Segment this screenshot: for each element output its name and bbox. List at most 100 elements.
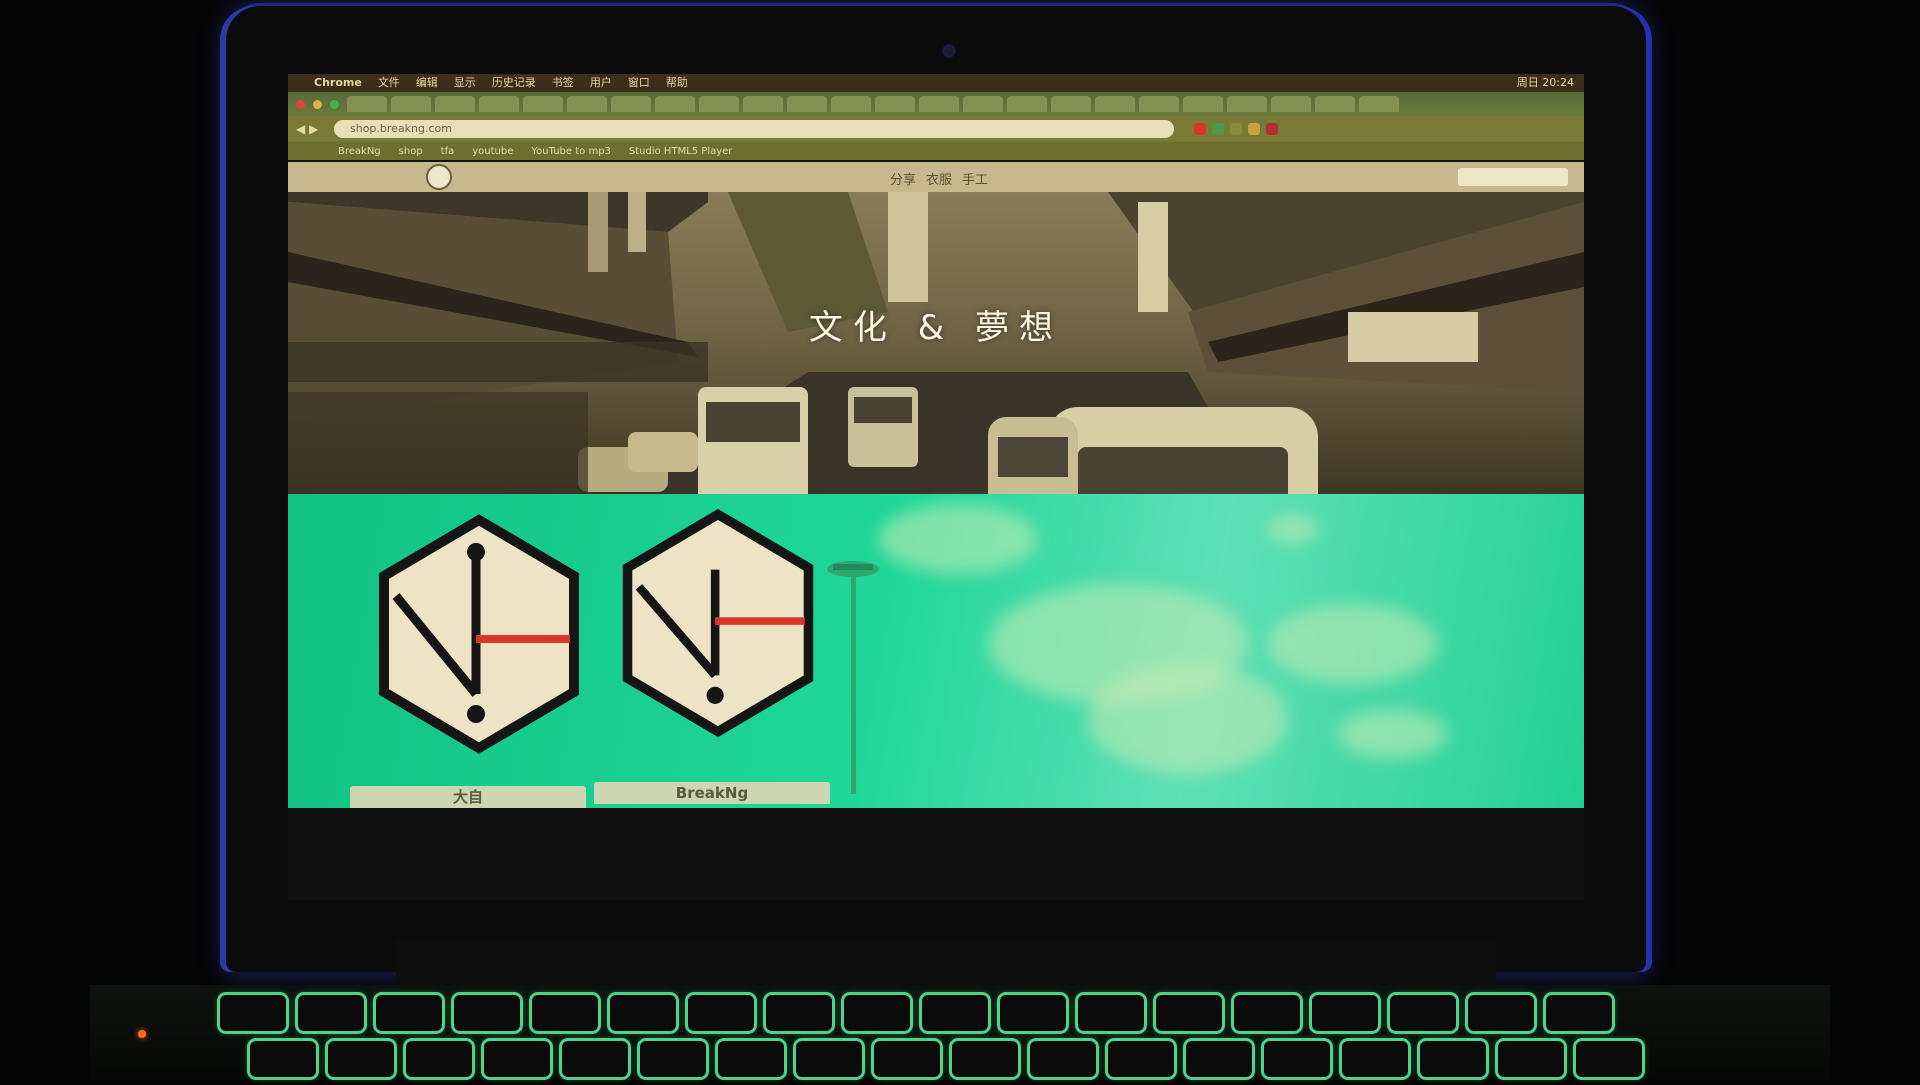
browser-tab[interactable]	[699, 96, 739, 112]
keyboard-key[interactable]	[1420, 1041, 1486, 1077]
browser-tab[interactable]	[1095, 96, 1135, 112]
keyboard-key[interactable]	[610, 995, 676, 1031]
keyboard-key[interactable]	[1030, 1041, 1096, 1077]
menu-item-bookmarks[interactable]: 书签	[552, 74, 574, 92]
extension-icon[interactable]	[1212, 123, 1224, 135]
keyboard-key[interactable]	[1546, 995, 1612, 1031]
keyboard-key[interactable]	[298, 995, 364, 1031]
menu-item-history[interactable]: 历史记录	[492, 74, 536, 92]
browser-tab[interactable]	[655, 96, 695, 112]
product-card[interactable]	[618, 508, 818, 738]
browser-tab[interactable]	[1271, 96, 1311, 112]
browser-tab[interactable]	[919, 96, 959, 112]
keyboard-key[interactable]	[718, 1041, 784, 1077]
browser-tab[interactable]	[1359, 96, 1399, 112]
keyboard-key[interactable]	[220, 995, 286, 1031]
nav-link-share[interactable]: 分享	[890, 169, 916, 188]
card-label[interactable]: 大自	[350, 786, 586, 808]
keyboard-key[interactable]	[1468, 995, 1534, 1031]
keyboard-key[interactable]	[922, 995, 988, 1031]
browser-tab[interactable]	[1051, 96, 1091, 112]
bookmark-item[interactable]: tfa	[441, 146, 455, 157]
browser-tab[interactable]	[787, 96, 827, 112]
keyboard-key[interactable]	[1312, 995, 1378, 1031]
keyboard-key[interactable]	[250, 1041, 316, 1077]
keyboard-key[interactable]	[532, 995, 598, 1031]
browser-tab[interactable]	[875, 96, 915, 112]
browser-tab[interactable]	[743, 96, 783, 112]
menubar-clock[interactable]: 周日 20:24	[1517, 74, 1574, 92]
keyboard-key[interactable]	[1000, 995, 1066, 1031]
menu-item-people[interactable]: 用户	[590, 74, 612, 92]
keyboard-key[interactable]	[844, 995, 910, 1031]
browser-tab[interactable]	[611, 96, 651, 112]
bookmark-item[interactable]: shop	[399, 146, 423, 157]
keyboard-key[interactable]	[1264, 1041, 1330, 1077]
minimize-window-button[interactable]	[313, 99, 322, 109]
bookmark-item[interactable]: Studio HTML5 Player	[629, 146, 733, 157]
bookmark-item[interactable]: youtube	[472, 146, 513, 157]
keyboard-key[interactable]	[766, 995, 832, 1031]
zoom-window-button[interactable]	[330, 99, 339, 109]
bookmark-item[interactable]: BreakNg	[338, 146, 381, 157]
browser-tab[interactable]	[347, 96, 387, 112]
keyboard-key[interactable]	[562, 1041, 628, 1077]
extension-icon[interactable]	[1194, 123, 1206, 135]
extension-icon[interactable]	[1230, 123, 1242, 135]
menu-item-file[interactable]: 文件	[378, 74, 400, 92]
menu-item-help[interactable]: 帮助	[666, 74, 688, 92]
close-window-button[interactable]	[296, 99, 305, 109]
keyboard-key[interactable]	[406, 1041, 472, 1077]
keyboard-key[interactable]	[1234, 995, 1300, 1031]
browser-tab[interactable]	[435, 96, 475, 112]
menu-item-view[interactable]: 显示	[454, 74, 476, 92]
keyboard-key[interactable]	[1342, 1041, 1408, 1077]
menu-item-window[interactable]: 窗口	[628, 74, 650, 92]
browser-tab[interactable]	[1315, 96, 1355, 112]
keyboard-key[interactable]	[874, 1041, 940, 1077]
keyboard-key[interactable]	[1156, 995, 1222, 1031]
browser-tab[interactable]	[567, 96, 607, 112]
keyboard-key[interactable]	[1498, 1041, 1564, 1077]
menu-item-edit[interactable]: 编辑	[416, 74, 438, 92]
cloud	[1088, 664, 1288, 774]
browser-tab[interactable]	[391, 96, 431, 112]
product-card[interactable]	[374, 514, 584, 754]
browser-tab[interactable]	[963, 96, 1003, 112]
keyboard-key[interactable]	[640, 1041, 706, 1077]
keyboard-key[interactable]	[952, 1041, 1018, 1077]
browser-tab[interactable]	[1227, 96, 1267, 112]
keyboard-key[interactable]	[376, 995, 442, 1031]
browser-tab[interactable]	[831, 96, 871, 112]
keyboard-key[interactable]	[454, 995, 520, 1031]
browser-tab[interactable]	[523, 96, 563, 112]
browser-tab[interactable]	[479, 96, 519, 112]
address-bar[interactable]: shop.breakng.com	[334, 120, 1174, 138]
browser-tab[interactable]	[1139, 96, 1179, 112]
search-input[interactable]	[1458, 168, 1568, 186]
keyboard-key[interactable]	[796, 1041, 862, 1077]
keyboard-key[interactable]	[688, 995, 754, 1031]
keyboard	[220, 995, 1720, 1085]
keyboard-key[interactable]	[1186, 1041, 1252, 1077]
extension-icon[interactable]	[1248, 123, 1260, 135]
bookmarks-bar: BreakNg shop tfa youtube YouTube to mp3 …	[288, 142, 1584, 160]
keyboard-key[interactable]	[1390, 995, 1456, 1031]
lamp-post	[827, 561, 879, 794]
browser-tab[interactable]	[1007, 96, 1047, 112]
keyboard-key[interactable]	[1108, 1041, 1174, 1077]
hero-banner: 文化 & 夢想	[288, 192, 1584, 494]
extension-icon[interactable]	[1266, 123, 1278, 135]
back-arrow-icon[interactable]: ◀ ▶	[296, 122, 326, 136]
menubar-app[interactable]: Chrome	[314, 74, 362, 92]
site-logo-icon[interactable]	[426, 164, 452, 190]
keyboard-key[interactable]	[1576, 1041, 1642, 1077]
card-label[interactable]: BreakNg	[594, 782, 830, 804]
keyboard-key[interactable]	[328, 1041, 394, 1077]
bookmark-item[interactable]: YouTube to mp3	[531, 146, 611, 157]
nav-link-clothes[interactable]: 衣服	[926, 169, 952, 188]
browser-tab[interactable]	[1183, 96, 1223, 112]
nav-link-handmade[interactable]: 手工	[962, 169, 988, 188]
keyboard-key[interactable]	[484, 1041, 550, 1077]
keyboard-key[interactable]	[1078, 995, 1144, 1031]
